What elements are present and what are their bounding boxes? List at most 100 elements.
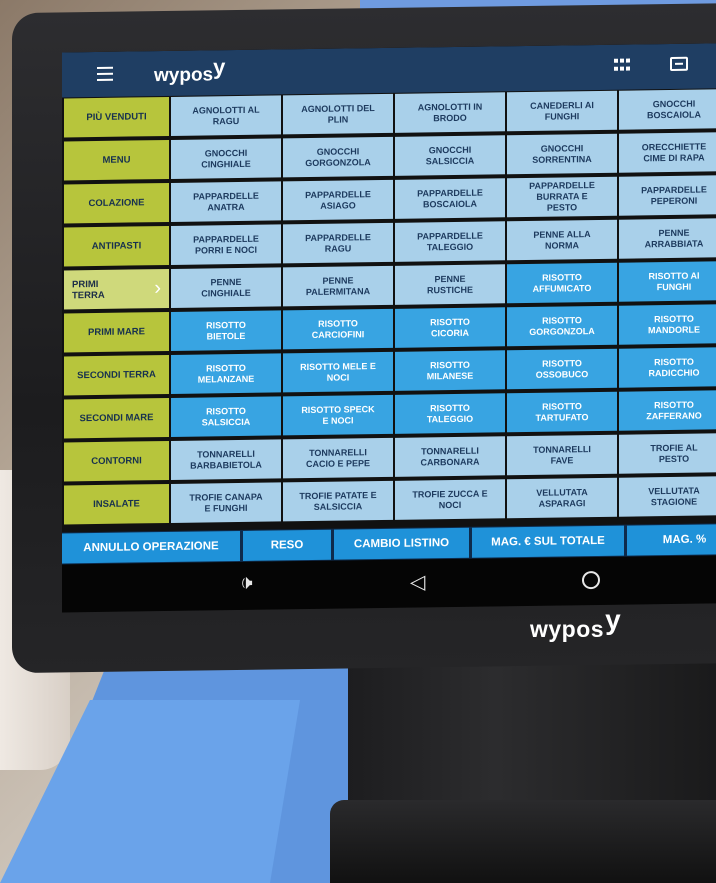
product-button[interactable]: TONNARELLI CACIO E PEPE bbox=[283, 437, 393, 479]
product-button[interactable]: PENNE RUSTICHE bbox=[395, 264, 505, 305]
product-button[interactable]: AGNOLOTTI DEL PLIN bbox=[283, 93, 393, 135]
product-button[interactable]: PENNE CINGHIALE bbox=[171, 267, 281, 308]
category-label: PRIMI TERRA bbox=[72, 278, 105, 301]
product-button[interactable]: RISOTTO TARTUFATO bbox=[507, 391, 617, 433]
product-button[interactable]: TROFIE ZUCCA E NOCI bbox=[395, 479, 505, 520]
product-button[interactable]: RISOTTO MELANZANE bbox=[171, 353, 281, 394]
product-button[interactable]: PENNE ALLA NORMA bbox=[507, 219, 617, 261]
device-stand bbox=[348, 660, 716, 820]
product-button[interactable]: PAPPARDELLE ANATRA bbox=[171, 181, 281, 222]
product-button[interactable]: TROFIE CANAPA E FUNGHI bbox=[171, 482, 281, 523]
product-button[interactable]: CANEDERLI AI FUNGHI bbox=[507, 90, 617, 132]
product-button[interactable]: RISOTTO MANDORLE bbox=[619, 304, 716, 345]
product-button[interactable]: TONNARELLI CARBONARA bbox=[395, 436, 505, 477]
product-button[interactable]: RISOTTO CICORIA bbox=[395, 307, 505, 348]
product-button[interactable]: ORECCHIETTE CIME DI RAPA bbox=[619, 132, 716, 173]
hamburger-menu-icon[interactable] bbox=[97, 66, 113, 85]
product-button[interactable]: PAPPARDELLE PEPERONI bbox=[619, 175, 716, 216]
product-button[interactable]: RISOTTO GORGONZOLA bbox=[507, 305, 617, 347]
product-button[interactable]: GNOCCHI SALSICCIA bbox=[395, 135, 505, 176]
product-button[interactable]: RISOTTO RADICCHIO bbox=[619, 347, 716, 388]
grid-row: COLAZIONE PAPPARDELLE ANATRA PAPPARDELLE A… bbox=[62, 175, 716, 225]
product-button[interactable]: PAPPARDELLE BOSCAIOLA bbox=[395, 178, 505, 219]
category-button[interactable]: MENU bbox=[64, 139, 169, 181]
product-button[interactable]: RISOTTO SPECK E NOCI bbox=[283, 394, 393, 436]
device-stand-base bbox=[330, 800, 716, 883]
product-button[interactable]: GNOCCHI CINGHIALE bbox=[171, 138, 281, 179]
grid-row: MENU GNOCCHI CINGHIALE GNOCCHI GORGONZOLA G… bbox=[62, 132, 716, 182]
bezel-logo-mark: y bbox=[605, 604, 622, 635]
product-button[interactable]: TROFIE PATATE E SALSICCIA bbox=[283, 480, 393, 522]
product-button[interactable]: AGNOLOTTI AL RAGU bbox=[171, 95, 281, 136]
product-button[interactable]: RISOTTO SALSICCIA bbox=[171, 396, 281, 437]
action-button[interactable]: ANNULLO OPERAZIONE bbox=[62, 530, 240, 564]
bezel-logo-text: wypos bbox=[530, 616, 605, 642]
grid-row: PIÙ VENDUTI AGNOLOTTI AL RAGU AGNOLOTTI DE… bbox=[62, 89, 716, 139]
pos-terminal: wyposy PIÙ VENDUTI AGNOLOTTI AL RAGU AGNOL… bbox=[12, 2, 716, 674]
grid-row: ANTIPASTI PAPPARDELLE PORRI E NOCI PAPPARD… bbox=[62, 218, 716, 268]
category-button[interactable]: CONTORNI bbox=[64, 440, 169, 482]
category-button[interactable]: PRIMI MARE bbox=[64, 311, 169, 353]
product-button[interactable]: GNOCCHI BOSCAIOLA bbox=[619, 89, 716, 130]
product-button[interactable]: RISOTTO AFFUMICATO bbox=[507, 262, 617, 304]
category-button[interactable]: SECONDI TERRA bbox=[64, 354, 169, 396]
category-label: PRIMI MARE bbox=[88, 326, 145, 339]
app-bar: wyposy bbox=[62, 42, 716, 98]
category-button[interactable]: INSALATE bbox=[64, 483, 169, 525]
product-button[interactable]: VELLUTATA ASPARAGI bbox=[507, 477, 617, 519]
grid-row: SECONDI TERRA RISOTTO MELANZANE RISOTTO ME… bbox=[62, 347, 716, 397]
product-button[interactable]: PAPPARDELLE ASIAGO bbox=[283, 179, 393, 221]
category-label: SECONDI TERRA bbox=[77, 369, 156, 382]
grid-row: SECONDI MARE RISOTTO SALSICCIA RISOTTO SPE… bbox=[62, 390, 716, 440]
action-button[interactable]: MAG. € SUL TOTALE bbox=[472, 525, 624, 558]
product-button[interactable]: PAPPARDELLE RAGU bbox=[283, 222, 393, 264]
category-button[interactable]: SECONDI MARE bbox=[64, 397, 169, 439]
product-button[interactable]: TROFIE AL PESTO bbox=[619, 433, 716, 474]
back-icon[interactable]: ◁ bbox=[410, 569, 425, 594]
screen: wyposy PIÙ VENDUTI AGNOLOTTI AL RAGU AGNOL… bbox=[62, 42, 716, 613]
action-button[interactable]: CAMBIO LISTINO bbox=[334, 527, 469, 560]
grid-row: CONTORNI TONNARELLI BARBABIETOLA TONNARELL… bbox=[62, 433, 716, 483]
action-button[interactable]: MAG. % bbox=[627, 523, 716, 556]
category-button[interactable]: COLAZIONE bbox=[64, 182, 169, 224]
product-button[interactable]: PAPPARDELLE BURRATA E PESTO bbox=[507, 176, 617, 218]
app-logo-text: wypos bbox=[154, 64, 214, 87]
product-button[interactable]: RISOTTO BIETOLE bbox=[171, 310, 281, 351]
card-icon[interactable] bbox=[670, 56, 688, 71]
product-button[interactable]: RISOTTO AI FUNGHI bbox=[619, 261, 716, 302]
app-logo: wyposy bbox=[154, 54, 225, 87]
home-icon[interactable] bbox=[582, 570, 600, 590]
grid-row: PRIMI TERRA › PENNE CINGHIALE PENNE PALERMI… bbox=[62, 261, 716, 311]
grid-row: PRIMI MARE RISOTTO BIETOLE RISOTTO CARCIOF… bbox=[62, 304, 716, 354]
product-button[interactable]: RISOTTO MELE E NOCI bbox=[283, 351, 393, 393]
product-button[interactable]: PENNE ARRABBIATA bbox=[619, 218, 716, 259]
product-button[interactable]: PAPPARDELLE TALEGGIO bbox=[395, 221, 505, 262]
product-button[interactable]: RISOTTO MILANESE bbox=[395, 350, 505, 391]
category-label: PIÙ VENDUTI bbox=[86, 111, 147, 124]
category-label: COLAZIONE bbox=[88, 197, 145, 210]
category-button[interactable]: PRIMI TERRA › bbox=[64, 268, 169, 310]
product-button[interactable]: GNOCCHI SORRENTINA bbox=[507, 133, 617, 175]
product-button[interactable]: TONNARELLI BARBABIETOLA bbox=[171, 439, 281, 480]
product-button[interactable]: GNOCCHI GORGONZOLA bbox=[283, 136, 393, 178]
product-button[interactable]: TONNARELLI FAVE bbox=[507, 434, 617, 476]
product-button[interactable]: VELLUTATA STAGIONE bbox=[619, 476, 716, 517]
grid-icon[interactable] bbox=[614, 58, 630, 73]
product-button[interactable]: RISOTTO ZAFFERANO bbox=[619, 390, 716, 431]
product-button[interactable]: PENNE PALERMITANA bbox=[283, 265, 393, 307]
category-button[interactable]: ANTIPASTI bbox=[64, 225, 169, 267]
product-button[interactable]: PAPPARDELLE PORRI E NOCI bbox=[171, 224, 281, 265]
app-logo-mark: y bbox=[213, 54, 226, 80]
bezel-logo: wyposy bbox=[530, 604, 621, 644]
category-label: ANTIPASTI bbox=[91, 240, 142, 253]
grid-row: INSALATE TROFIE CANAPA E FUNGHI TROFIE PAT… bbox=[62, 476, 716, 526]
product-button[interactable]: AGNOLOTTI IN BRODO bbox=[395, 92, 505, 133]
action-button[interactable]: RESO bbox=[243, 529, 331, 561]
category-button[interactable]: PIÙ VENDUTI bbox=[64, 96, 169, 138]
product-button[interactable]: RISOTTO TALEGGIO bbox=[395, 393, 505, 434]
category-label: CONTORNI bbox=[91, 455, 142, 468]
volume-icon[interactable]: 🕩 bbox=[240, 572, 253, 595]
category-label: MENU bbox=[102, 154, 131, 166]
product-button[interactable]: RISOTTO OSSOBUCO bbox=[507, 348, 617, 390]
product-button[interactable]: RISOTTO CARCIOFINI bbox=[283, 308, 393, 350]
